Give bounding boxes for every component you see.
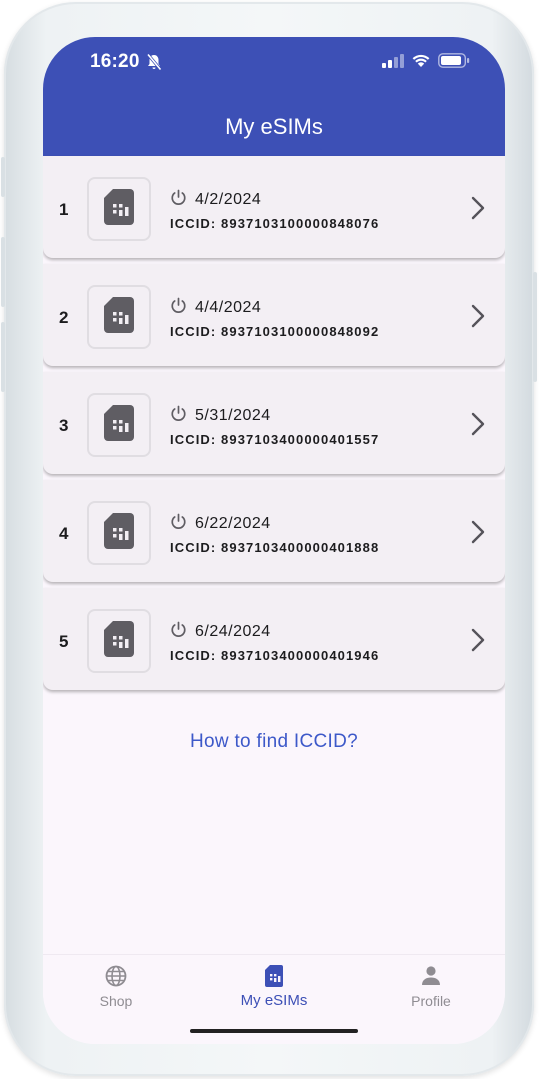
power-icon [170, 621, 187, 643]
sim-card-icon [104, 512, 134, 554]
app-bar: 16:20 My eSIMs [43, 37, 505, 156]
activation-date: 6/24/2024 [195, 623, 271, 640]
iccid-text: ICCID: 8937103400000401946 [170, 648, 380, 663]
power-icon [170, 405, 187, 427]
iccid-text: ICCID: 8937103100000848076 [170, 216, 380, 231]
esim-card-5[interactable]: 5 6/24/2024 ICCID: 8937103400000401946 [43, 588, 505, 690]
esim-index: 3 [59, 416, 69, 435]
power-icon [170, 189, 187, 211]
esim-card-1[interactable]: 1 4/2/2024 ICCID: 8937103100000848076 [43, 156, 505, 258]
esim-index: 5 [59, 632, 69, 651]
chevron-right-icon [471, 412, 485, 441]
sim-thumbnail [87, 177, 151, 241]
sim-card-icon [104, 296, 134, 338]
power-button [533, 272, 537, 382]
esim-list: 1 4/2/2024 ICCID: 8937103100000848076 2 … [43, 156, 505, 696]
home-indicator [190, 1029, 358, 1033]
sim-card-icon [214, 965, 334, 987]
status-icons [382, 53, 470, 73]
iccid-text: ICCID: 8937103400000401888 [170, 540, 380, 555]
esim-index: 2 [59, 308, 69, 327]
activation-row: 5/31/2024 [170, 405, 271, 427]
wifi-icon [411, 53, 431, 73]
chevron-right-icon [471, 304, 485, 333]
esim-card-2[interactable]: 2 4/4/2024 ICCID: 8937103100000848092 [43, 264, 505, 366]
volume-down-button [1, 322, 5, 392]
activation-date: 4/2/2024 [195, 191, 262, 208]
phone-frame: 16:20 My eSIMs 1 4/2/2024 ICCID: 8937103… [1, 2, 537, 1076]
bell-muted-icon [146, 53, 162, 76]
how-to-find-iccid-link[interactable]: How to find ICCID? [43, 731, 505, 753]
power-icon [170, 297, 187, 319]
nav-label-my-esims: My eSIMs [240, 992, 308, 1009]
cellular-signal-icon [382, 53, 404, 73]
sim-thumbnail [87, 609, 151, 673]
activation-date: 6/22/2024 [195, 515, 271, 532]
activation-row: 4/4/2024 [170, 297, 261, 319]
esim-index: 1 [59, 200, 69, 219]
esim-card-3[interactable]: 3 5/31/2024 ICCID: 8937103400000401557 [43, 372, 505, 474]
chevron-right-icon [471, 196, 485, 225]
activation-row: 6/22/2024 [170, 513, 271, 535]
nav-label-profile: Profile [411, 993, 451, 1009]
sim-thumbnail [87, 393, 151, 457]
screen: 16:20 My eSIMs 1 4/2/2024 ICCID: 8937103… [43, 37, 505, 1044]
activation-date: 5/31/2024 [195, 407, 271, 424]
status-time: 16:20 [90, 51, 140, 72]
activation-row: 4/2/2024 [170, 189, 261, 211]
globe-icon [56, 965, 176, 987]
esim-index: 4 [59, 524, 69, 543]
volume-up-button [1, 237, 5, 307]
sim-card-icon [104, 620, 134, 662]
side-button [1, 157, 5, 197]
sim-thumbnail [87, 285, 151, 349]
chevron-right-icon [471, 628, 485, 657]
iccid-text: ICCID: 8937103400000401557 [170, 432, 380, 447]
battery-icon [438, 53, 470, 73]
sim-card-icon [104, 404, 134, 446]
activation-row: 6/24/2024 [170, 621, 271, 643]
activation-date: 4/4/2024 [195, 299, 262, 316]
person-icon [371, 965, 491, 987]
sim-thumbnail [87, 501, 151, 565]
esim-card-4[interactable]: 4 6/22/2024 ICCID: 8937103400000401888 [43, 480, 505, 582]
sim-card-icon [104, 188, 134, 230]
page-title: My eSIMs [225, 114, 323, 139]
chevron-right-icon [471, 520, 485, 549]
power-icon [170, 513, 187, 535]
iccid-text: ICCID: 8937103100000848092 [170, 324, 380, 339]
nav-label-shop: Shop [99, 993, 133, 1009]
